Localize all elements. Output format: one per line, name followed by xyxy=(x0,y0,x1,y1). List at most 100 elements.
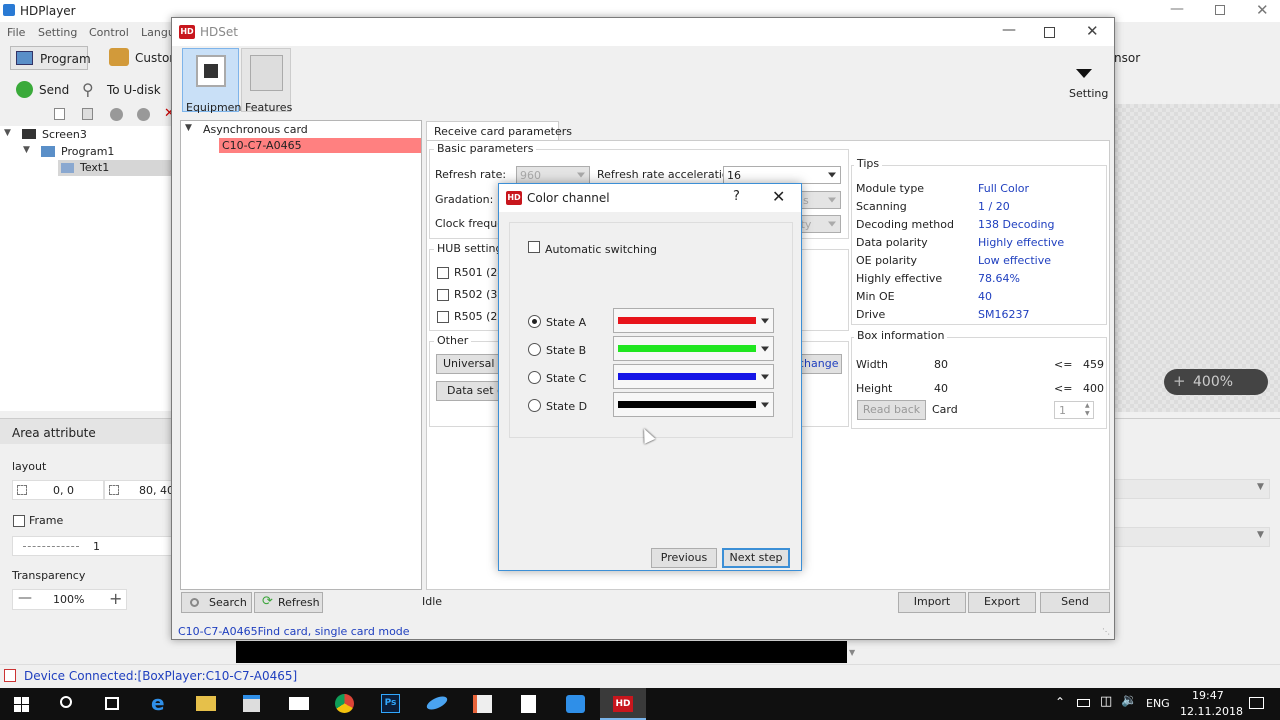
expand-arrow-icon[interactable]: ▼ xyxy=(4,128,11,138)
mail-icon[interactable] xyxy=(289,697,309,710)
height-value[interactable]: 40 xyxy=(934,382,948,395)
zoom-control[interactable]: + 400% xyxy=(1164,369,1268,395)
data-set-button[interactable]: Data set of xyxy=(436,381,506,401)
custom-button[interactable]: Custom xyxy=(106,46,181,70)
sensor-label[interactable]: nsor xyxy=(1114,51,1140,65)
copy-icon[interactable] xyxy=(54,108,65,120)
tree-screen[interactable]: Screen3 xyxy=(42,128,87,141)
close-icon[interactable]: ✕ xyxy=(1086,22,1099,40)
photoshop-icon[interactable]: Ps xyxy=(381,694,400,713)
accel-select[interactable]: 16 xyxy=(723,166,841,184)
tree-text-row[interactable]: Text1 xyxy=(58,160,172,176)
state-a-radio[interactable] xyxy=(528,315,541,328)
language-indicator[interactable]: ENG xyxy=(1146,697,1170,710)
chrome-icon[interactable] xyxy=(335,694,354,713)
position-field[interactable]: 0, 0 xyxy=(12,480,104,500)
state-c-radio[interactable] xyxy=(528,371,541,384)
frame-checkbox[interactable] xyxy=(13,515,25,527)
auto-switch-checkbox[interactable] xyxy=(528,241,540,253)
maximize-icon[interactable] xyxy=(1044,27,1055,38)
size-field[interactable]: 80, 40 xyxy=(104,480,174,500)
move-down-icon[interactable] xyxy=(137,108,150,121)
next-step-button[interactable]: Next step xyxy=(722,548,790,568)
setting-menu[interactable]: Setting xyxy=(1062,66,1112,104)
resize-grip-icon[interactable]: ⋱ xyxy=(1102,627,1110,636)
blue-app-icon[interactable] xyxy=(424,693,450,713)
search-icon[interactable] xyxy=(60,696,72,708)
change-button[interactable]: change xyxy=(797,354,842,374)
network-icon[interactable]: ◫ xyxy=(1100,694,1112,709)
plus-icon[interactable]: + xyxy=(109,589,122,608)
tree-card-item[interactable]: C10-C7-A0465 xyxy=(219,138,421,153)
orange-app-icon[interactable] xyxy=(473,695,492,713)
file-explorer-icon[interactable] xyxy=(196,696,216,711)
tree-program[interactable]: Program1 xyxy=(61,145,114,158)
card-label: Card xyxy=(932,403,958,416)
hub-r501-checkbox[interactable] xyxy=(437,267,449,279)
import-button[interactable]: Import xyxy=(898,592,966,613)
clock-time[interactable]: 19:47 xyxy=(1192,689,1224,702)
spin-down-icon[interactable]: ▼ xyxy=(1085,410,1090,417)
frame-select[interactable]: 1 xyxy=(12,536,172,556)
tab-features[interactable]: Features xyxy=(241,48,292,114)
hdplayer-taskbar-item[interactable]: HD xyxy=(600,688,646,720)
width-value[interactable]: 80 xyxy=(934,358,948,371)
clock-date[interactable]: 12.11.2018 xyxy=(1180,705,1243,718)
refresh-rate-select[interactable]: 960 xyxy=(516,166,590,184)
expand-arrow-icon[interactable]: ▼ xyxy=(185,123,192,133)
send-button[interactable]: Send xyxy=(14,79,74,101)
minus-icon[interactable]: — xyxy=(18,590,32,606)
document-icon[interactable] xyxy=(521,695,536,713)
refresh-button[interactable]: ⟳ Refresh xyxy=(254,592,323,613)
send-icon xyxy=(16,81,33,98)
close-icon[interactable]: ✕ xyxy=(772,187,785,206)
property-select-2[interactable]: ▼ xyxy=(1114,527,1270,547)
task-view-icon[interactable] xyxy=(105,697,119,710)
tab-equipment[interactable]: Equipment xyxy=(182,48,246,114)
search-button[interactable]: Search xyxy=(181,592,252,613)
close-icon[interactable]: ✕ xyxy=(1256,1,1269,19)
volume-icon[interactable]: 🔉 xyxy=(1121,693,1137,708)
receive-card-tab[interactable]: Receive card parameters xyxy=(426,121,572,141)
menu-file[interactable]: File xyxy=(7,26,25,39)
move-up-icon[interactable] xyxy=(110,108,123,121)
minimize-icon[interactable]: — xyxy=(1002,22,1016,38)
help-icon[interactable]: ? xyxy=(733,189,740,204)
spin-up-icon[interactable]: ▲ xyxy=(1085,402,1090,409)
transparency-spinner[interactable]: — 100% + xyxy=(12,589,127,610)
state-a-color-select[interactable] xyxy=(613,308,774,333)
expand-arrow-icon[interactable]: ▼ xyxy=(23,145,30,155)
universal-mode-button[interactable]: Universal mo xyxy=(436,354,506,374)
paint-app-icon[interactable] xyxy=(566,695,585,713)
store-icon[interactable] xyxy=(243,695,260,712)
chevron-up-icon[interactable]: ⌃ xyxy=(1055,695,1065,709)
gradation-select-partial[interactable]: s xyxy=(800,191,841,209)
program-button[interactable]: Program xyxy=(10,46,91,70)
minimize-icon[interactable]: — xyxy=(1170,1,1184,17)
state-d-color-select[interactable] xyxy=(613,392,774,417)
property-select-1[interactable]: ▼ xyxy=(1114,479,1270,499)
restore-icon[interactable] xyxy=(1215,5,1225,15)
state-b-radio[interactable] xyxy=(528,343,541,356)
to-udisk-button[interactable]: ⚲ To U-disk xyxy=(82,79,172,101)
menu-control[interactable]: Control xyxy=(89,26,129,39)
windows-start-icon[interactable] xyxy=(14,697,29,712)
state-b-color-select[interactable] xyxy=(613,336,774,361)
read-back-button[interactable]: Read back xyxy=(857,400,926,420)
notification-icon[interactable] xyxy=(1249,697,1264,709)
paste-icon[interactable] xyxy=(82,108,93,120)
zoom-in-icon[interactable]: + xyxy=(1173,372,1186,390)
export-button[interactable]: Export xyxy=(968,592,1036,613)
hub-r502-checkbox[interactable] xyxy=(437,289,449,301)
scroll-down-icon[interactable]: ▼ xyxy=(849,648,855,657)
previous-button[interactable]: Previous xyxy=(651,548,717,568)
hub-r505-checkbox[interactable] xyxy=(437,311,449,323)
tree-async-card[interactable]: Asynchronous card xyxy=(203,123,308,136)
menu-language[interactable]: Langu xyxy=(141,26,175,39)
state-d-radio[interactable] xyxy=(528,399,541,412)
card-spinner[interactable]: 1 ▲ ▼ xyxy=(1054,401,1094,419)
menu-setting[interactable]: Setting xyxy=(38,26,77,39)
send-button[interactable]: Send xyxy=(1040,592,1110,613)
state-c-color-select[interactable] xyxy=(613,364,774,389)
edge-icon[interactable]: e xyxy=(151,691,165,715)
